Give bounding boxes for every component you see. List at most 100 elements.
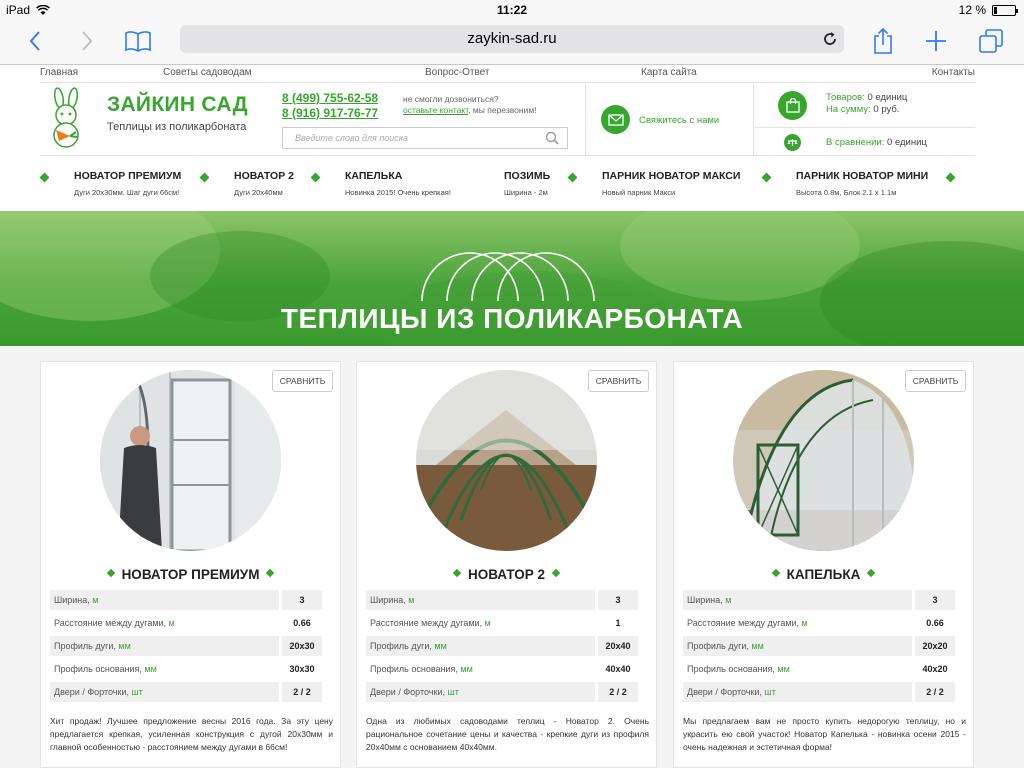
battery-percent: 12 % bbox=[958, 3, 986, 17]
phone-1[interactable]: 8 (499) 755-62-58 bbox=[282, 91, 378, 106]
new-tab-button[interactable] bbox=[919, 26, 953, 56]
product-photo[interactable] bbox=[100, 370, 281, 551]
spec-value: 20х40 bbox=[598, 636, 638, 656]
product-title[interactable]: КАПЕЛЬКА bbox=[674, 567, 973, 582]
spec-unit: мм bbox=[118, 641, 131, 651]
share-button[interactable] bbox=[866, 26, 900, 56]
site-logo-title[interactable]: ЗАЙКИН САД bbox=[107, 93, 248, 117]
product-nav-item[interactable]: КАПЕЛЬКА Новинка 2015! Очень крепкая! bbox=[345, 170, 451, 197]
compare-button[interactable]: СРАВНИТЬ bbox=[272, 370, 333, 392]
spec-unit: шт bbox=[131, 687, 143, 697]
spec-value: 30х30 bbox=[282, 659, 322, 679]
spec-row: Расстояние между дугами, м 0.66 bbox=[683, 613, 965, 633]
spec-name: Профиль основания, bbox=[370, 664, 461, 674]
spec-value: 2 / 2 bbox=[598, 682, 638, 702]
spec-unit: мм bbox=[460, 664, 473, 674]
callback-note: не смогли дозвониться? оставьте контакт,… bbox=[403, 94, 537, 116]
battery-icon bbox=[992, 4, 1018, 16]
product-nav-title: ПАРНИК НОВАТОР МАКСИ bbox=[602, 170, 741, 182]
product-nav-item[interactable]: ПАРНИК НОВАТОР МИНИ Высота 0.8м, Блок 2.… bbox=[796, 170, 928, 197]
nav-link-contacts[interactable]: Контакты bbox=[932, 67, 975, 78]
spec-name: Расстояние между дугами, bbox=[370, 618, 485, 628]
product-title[interactable]: НОВАТОР ПРЕМИУМ bbox=[41, 567, 340, 582]
product-description: Мы предлагаем вам не просто купить недор… bbox=[683, 716, 966, 752]
spec-row: Профиль дуги, мм 20х30 bbox=[50, 636, 332, 656]
product-title[interactable]: НОВАТОР 2 bbox=[357, 567, 656, 582]
compare-label[interactable]: В сравнении: bbox=[826, 137, 884, 148]
spec-unit: м bbox=[168, 618, 175, 628]
scales-icon[interactable] bbox=[784, 134, 801, 151]
spec-row: Двери / Форточки, шт 2 / 2 bbox=[683, 682, 965, 702]
spec-unit: м bbox=[725, 595, 732, 605]
plus-icon bbox=[926, 31, 946, 51]
product-nav-item[interactable]: НОВАТОР ПРЕМИУМ Дуги 20х30мм. Шаг дуги 6… bbox=[74, 170, 181, 197]
hero-title: ТЕПЛИЦЫ ИЗ ПОЛИКАРБОНАТА bbox=[280, 303, 744, 334]
bunny-logo-icon[interactable] bbox=[46, 87, 90, 149]
spec-name: Расстояние между дугами, bbox=[687, 618, 802, 628]
site-logo-subtitle: Теплицы из поликарбоната bbox=[107, 121, 247, 133]
search-icon[interactable] bbox=[545, 131, 559, 145]
browser-toolbar: zaykin-sad.ru bbox=[0, 20, 1024, 65]
product-nav-title: КАПЕЛЬКА bbox=[345, 170, 403, 182]
spec-name: Профиль основания, bbox=[54, 664, 145, 674]
spec-unit: м bbox=[801, 618, 808, 628]
tabs-button[interactable] bbox=[974, 26, 1008, 56]
spec-name: Ширина, bbox=[54, 595, 93, 605]
product-nav-title: НОВАТОР ПРЕМИУМ bbox=[74, 170, 182, 182]
product-nav-subtitle: Высота 0.8м, Блок 2.1 х 1.1м bbox=[796, 188, 897, 197]
top-navigation: Главная Советы садоводам Вопрос-Ответ Ка… bbox=[40, 66, 975, 80]
spec-name: Ширина, bbox=[687, 595, 726, 605]
product-nav-title: ПОЗИМЬ bbox=[504, 170, 551, 182]
spec-name: Профиль дуги, bbox=[687, 641, 752, 651]
product-nav-item[interactable]: ПОЗИМЬ Ширина - 2м bbox=[504, 170, 550, 197]
nav-link-home[interactable]: Главная bbox=[40, 67, 78, 78]
spec-row: Двери / Форточки, шт 2 / 2 bbox=[366, 682, 648, 702]
product-nav-subtitle: Ширина - 2м bbox=[504, 188, 548, 197]
address-bar[interactable]: zaykin-sad.ru bbox=[180, 25, 844, 53]
site-header: ЗАЙКИН САД Теплицы из поликарбоната 8 (4… bbox=[40, 82, 975, 156]
product-nav-item[interactable]: ПАРНИК НОВАТОР МАКСИ Новый парник Макси bbox=[602, 170, 740, 197]
product-nav-item[interactable]: НОВАТОР 2 Дуги 20х40мм bbox=[234, 170, 294, 197]
product-photo[interactable] bbox=[416, 370, 597, 551]
spec-row: Расстояние между дугами, м 1 bbox=[366, 613, 648, 633]
product-description: Одна из любимых садоводами теплиц - Нова… bbox=[366, 716, 649, 752]
product-nav-subtitle: Новый парник Макси bbox=[602, 188, 676, 197]
cart-sum-value: 0 руб. bbox=[873, 104, 900, 115]
product-description: Хит продаж! Лучшее предложение весны 201… bbox=[50, 716, 333, 752]
spec-value: 40х20 bbox=[915, 659, 955, 679]
nav-link-sitemap[interactable]: Карта сайта bbox=[641, 67, 697, 78]
spec-name: Профиль дуги, bbox=[370, 641, 435, 651]
spec-unit: м bbox=[408, 595, 415, 605]
callback-tail: , мы перезвоним! bbox=[468, 105, 537, 115]
diamond-icon bbox=[945, 172, 956, 183]
diamond-icon bbox=[761, 172, 772, 183]
nav-link-faq[interactable]: Вопрос-Ответ bbox=[425, 67, 489, 78]
product-nav-subtitle: Новинка 2015! Очень крепкая! bbox=[345, 188, 451, 197]
spec-unit: мм bbox=[434, 641, 447, 651]
compare-button[interactable]: СРАВНИТЬ bbox=[588, 370, 649, 392]
spec-row: Профиль дуги, мм 20х40 bbox=[366, 636, 648, 656]
phone-2[interactable]: 8 (916) 917-76-77 bbox=[282, 106, 378, 121]
chevron-right-icon bbox=[82, 31, 93, 51]
product-photo[interactable] bbox=[733, 370, 914, 551]
nav-link-tips[interactable]: Советы садоводам bbox=[163, 67, 252, 78]
reload-icon[interactable] bbox=[822, 31, 838, 47]
search-input[interactable]: Введите слово для поиска bbox=[282, 127, 568, 149]
diamond-icon bbox=[567, 172, 578, 183]
compare-button[interactable]: СРАВНИТЬ bbox=[905, 370, 966, 392]
mail-icon[interactable] bbox=[601, 105, 630, 134]
callback-link[interactable]: оставьте контакт bbox=[403, 105, 468, 115]
spec-value: 0.66 bbox=[282, 613, 322, 633]
spec-name: Двери / Форточки, bbox=[687, 687, 765, 697]
cart-sum-label[interactable]: На сумму: bbox=[826, 104, 871, 115]
book-icon bbox=[125, 31, 151, 52]
callback-question: не смогли дозвониться? bbox=[403, 94, 499, 104]
forward-button[interactable] bbox=[70, 26, 104, 56]
bookmarks-button[interactable] bbox=[121, 26, 155, 56]
cart-goods-label[interactable]: Товаров: bbox=[826, 92, 865, 103]
header-divider bbox=[753, 83, 754, 155]
spec-unit: мм bbox=[751, 641, 764, 651]
shopping-bag-icon[interactable] bbox=[778, 91, 807, 120]
back-button[interactable] bbox=[18, 26, 52, 56]
contact-us-link[interactable]: Свяжитесь с нами bbox=[639, 115, 719, 126]
